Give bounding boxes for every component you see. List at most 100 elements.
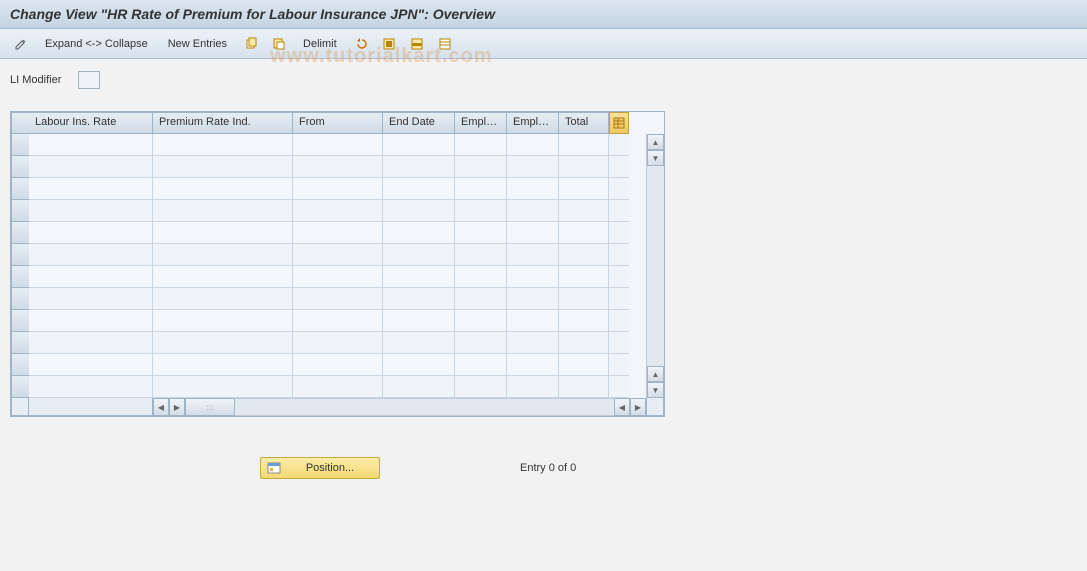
table-settings-icon[interactable]	[609, 112, 629, 134]
row-selector[interactable]	[11, 332, 29, 354]
grid-cell[interactable]	[293, 222, 383, 244]
table-row[interactable]	[11, 266, 664, 288]
grid-cell[interactable]	[383, 222, 455, 244]
row-selector[interactable]	[11, 134, 29, 156]
grid-cell[interactable]	[383, 354, 455, 376]
scroll-left-end-icon[interactable]: ◀	[614, 398, 630, 416]
new-entries-button[interactable]: New Entries	[159, 33, 236, 55]
grid-cell[interactable]	[559, 354, 609, 376]
grid-cell[interactable]	[383, 376, 455, 398]
hscroll-thumb[interactable]: :::	[185, 398, 235, 416]
grid-cell[interactable]	[559, 200, 609, 222]
li-modifier-input[interactable]	[78, 71, 100, 89]
grid-cell[interactable]	[293, 332, 383, 354]
grid-cell[interactable]	[559, 134, 609, 156]
grid-cell[interactable]	[153, 244, 293, 266]
grid-cell[interactable]	[29, 222, 153, 244]
row-selector[interactable]	[11, 354, 29, 376]
grid-cell[interactable]	[293, 134, 383, 156]
grid-cell[interactable]	[153, 310, 293, 332]
scroll-left-icon[interactable]: ◀	[153, 398, 169, 416]
scroll-up-icon[interactable]: ▲	[647, 134, 664, 150]
copy-as-icon[interactable]	[266, 33, 292, 55]
grid-cell[interactable]	[153, 156, 293, 178]
grid-cell[interactable]	[383, 288, 455, 310]
row-selector[interactable]	[11, 266, 29, 288]
table-row[interactable]	[11, 244, 664, 266]
grid-cell[interactable]	[383, 134, 455, 156]
grid-cell[interactable]	[455, 156, 507, 178]
grid-cell[interactable]	[29, 288, 153, 310]
scroll-right-end-icon[interactable]: ▶	[630, 398, 646, 416]
grid-cell[interactable]	[383, 332, 455, 354]
grid-cell[interactable]	[29, 376, 153, 398]
table-row[interactable]	[11, 332, 664, 354]
grid-cell[interactable]	[293, 288, 383, 310]
grid-cell[interactable]	[29, 354, 153, 376]
grid-cell[interactable]	[559, 266, 609, 288]
row-selector[interactable]	[11, 200, 29, 222]
col-header[interactable]: Total	[559, 112, 609, 134]
table-row[interactable]	[11, 376, 664, 398]
col-header[interactable]: End Date	[383, 112, 455, 134]
grid-cell[interactable]	[455, 200, 507, 222]
table-row[interactable]	[11, 156, 664, 178]
grid-cell[interactable]	[293, 178, 383, 200]
grid-cell[interactable]	[455, 244, 507, 266]
grid-cell[interactable]	[507, 244, 559, 266]
grid-cell[interactable]	[507, 376, 559, 398]
grid-cell[interactable]	[153, 332, 293, 354]
grid-cell[interactable]	[507, 310, 559, 332]
grid-cell[interactable]	[383, 200, 455, 222]
row-selector[interactable]	[11, 178, 29, 200]
grid-cell[interactable]	[559, 222, 609, 244]
grid-cell[interactable]	[29, 310, 153, 332]
grid-cell[interactable]	[507, 266, 559, 288]
col-header[interactable]: Emplo...	[507, 112, 559, 134]
grid-cell[interactable]	[153, 200, 293, 222]
col-header[interactable]: From	[293, 112, 383, 134]
hscroll-track[interactable]	[235, 398, 614, 416]
grid-cell[interactable]	[383, 178, 455, 200]
row-selector[interactable]	[11, 310, 29, 332]
row-selector[interactable]	[11, 376, 29, 398]
grid-cell[interactable]	[29, 156, 153, 178]
grid-cell[interactable]	[455, 332, 507, 354]
grid-cell[interactable]	[153, 178, 293, 200]
copy-icon[interactable]	[238, 33, 264, 55]
grid-cell[interactable]	[507, 200, 559, 222]
grid-cell[interactable]	[383, 310, 455, 332]
grid-cell[interactable]	[153, 222, 293, 244]
deselect-all-icon[interactable]	[432, 33, 458, 55]
expand-collapse-button[interactable]: Expand <-> Collapse	[36, 33, 157, 55]
grid-cell[interactable]	[507, 222, 559, 244]
grid-cell[interactable]	[29, 332, 153, 354]
row-selector-header[interactable]	[11, 112, 29, 134]
grid-cell[interactable]	[507, 288, 559, 310]
grid-cell[interactable]	[559, 178, 609, 200]
grid-cell[interactable]	[455, 266, 507, 288]
grid-cell[interactable]	[29, 266, 153, 288]
grid-cell[interactable]	[559, 156, 609, 178]
grid-cell[interactable]	[455, 310, 507, 332]
grid-cell[interactable]	[293, 266, 383, 288]
grid-cell[interactable]	[383, 156, 455, 178]
grid-cell[interactable]	[507, 354, 559, 376]
grid-cell[interactable]	[153, 354, 293, 376]
grid-cell[interactable]	[455, 222, 507, 244]
grid-cell[interactable]	[293, 244, 383, 266]
grid-cell[interactable]	[507, 156, 559, 178]
scroll-down-icon[interactable]: ▼	[647, 150, 664, 166]
grid-cell[interactable]	[559, 310, 609, 332]
grid-cell[interactable]	[29, 134, 153, 156]
grid-cell[interactable]	[293, 376, 383, 398]
grid-cell[interactable]	[455, 288, 507, 310]
grid-cell[interactable]	[559, 376, 609, 398]
grid-cell[interactable]	[29, 200, 153, 222]
position-button[interactable]: Position...	[260, 457, 380, 479]
table-row[interactable]	[11, 222, 664, 244]
grid-cell[interactable]	[455, 376, 507, 398]
grid-cell[interactable]	[507, 134, 559, 156]
grid-cell[interactable]	[29, 178, 153, 200]
grid-cell[interactable]	[559, 332, 609, 354]
